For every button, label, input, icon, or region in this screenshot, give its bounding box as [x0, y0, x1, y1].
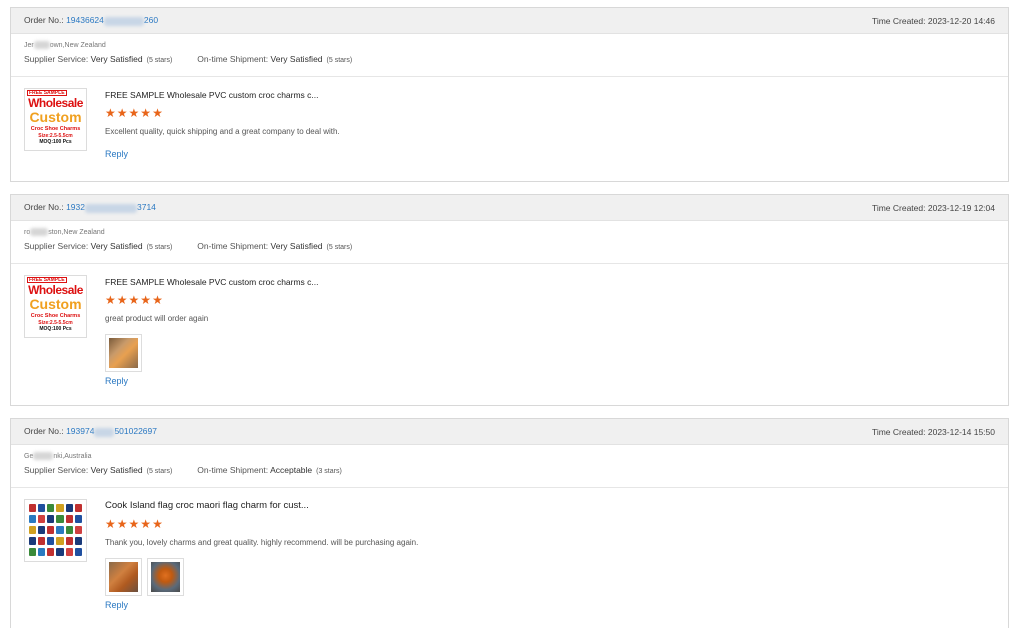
- review-comment: great product will order again: [105, 314, 209, 323]
- star-icon: ★: [140, 106, 152, 120]
- review-card: Order No.: 19436624 260 Time Created: 202…: [10, 7, 1009, 182]
- review-body: FREE SAMPLE Wholesale Custom Croc Shoe C…: [11, 77, 1008, 171]
- star-icon: ★: [105, 517, 116, 531]
- supplier-service-rating: Supplier Service: Very Satisfied (5 stars…: [24, 54, 173, 64]
- service-ratings: Supplier Service: Very Satisfied (5 stars…: [24, 465, 995, 475]
- review-comment: Thank you, lovely charms and great quali…: [105, 538, 419, 547]
- star-icon: ★: [152, 517, 163, 531]
- supplier-service-rating: Supplier Service: Very Satisfied (5 stars…: [24, 241, 173, 251]
- shipment-rating: On-time Shipment: Very Satisfied (5 stars…: [197, 241, 353, 251]
- order-number-link[interactable]: 193974 501022697: [66, 426, 157, 437]
- review-header: Order No.: 193974 501022697 Time Created:…: [11, 419, 1008, 445]
- order-number-link[interactable]: 1932 3714: [66, 202, 156, 213]
- star-rating: ★ ★ ★ ★ ★: [105, 107, 995, 124]
- review-photo[interactable]: [105, 334, 142, 372]
- review-header: Order No.: 19436624 260 Time Created: 202…: [11, 8, 1008, 34]
- star-icon: ★: [140, 517, 152, 531]
- review-card: Order No.: 193974 501022697 Time Created:…: [10, 418, 1009, 628]
- order-number: Order No.: 1932 3714: [24, 202, 156, 213]
- time-created: Time Created: 2023-12-14 15:50: [871, 426, 995, 437]
- supplier-service-rating: Supplier Service: Very Satisfied (5 stars…: [24, 465, 173, 475]
- buyer-location: ro ston,New Zealand: [24, 228, 105, 237]
- star-icon: ★: [116, 293, 128, 307]
- order-number-link[interactable]: 19436624 260: [66, 15, 158, 26]
- review-card: Order No.: 1932 3714 Time Created: 2023-1…: [10, 194, 1009, 406]
- star-icon: ★: [116, 517, 128, 531]
- product-title[interactable]: Cook Island flag croc maori flag charm f…: [105, 500, 995, 514]
- star-icon: ★: [140, 293, 152, 307]
- star-rating: ★ ★ ★ ★ ★: [105, 518, 995, 535]
- star-icon: ★: [105, 293, 116, 307]
- order-number: Order No.: 193974 501022697: [24, 426, 157, 437]
- service-ratings: Supplier Service: Very Satisfied (5 stars…: [24, 54, 995, 64]
- reply-link[interactable]: Reply: [105, 376, 128, 386]
- product-thumbnail[interactable]: FREE SAMPLE Wholesale Custom Croc Shoe C…: [24, 275, 87, 338]
- review-photos: [105, 334, 995, 372]
- service-ratings: Supplier Service: Very Satisfied (5 stars…: [24, 241, 995, 251]
- review-photo[interactable]: [147, 558, 184, 596]
- star-icon: ★: [152, 293, 163, 307]
- time-created: Time Created: 2023-12-20 14:46: [871, 15, 995, 26]
- star-icon: ★: [128, 106, 140, 120]
- product-title[interactable]: FREE SAMPLE Wholesale PVC custom croc ch…: [105, 89, 995, 103]
- star-icon: ★: [128, 293, 140, 307]
- star-rating: ★ ★ ★ ★ ★: [105, 294, 995, 311]
- reply-link[interactable]: Reply: [105, 600, 128, 610]
- order-number: Order No.: 19436624 260: [24, 15, 159, 26]
- buyer-location: Jer own,New Zealand: [24, 41, 106, 50]
- buyer-location: Ge nki,Australia: [24, 452, 92, 461]
- review-comment: Excellent quality, quick shipping and a …: [105, 127, 340, 136]
- review-info: ro ston,New Zealand Supplier Service: Ver…: [11, 221, 1008, 264]
- shipment-rating: On-time Shipment: Acceptable (3 stars): [197, 465, 342, 475]
- reply-link[interactable]: Reply: [105, 149, 128, 159]
- shipment-rating: On-time Shipment: Very Satisfied (5 stars…: [197, 54, 353, 64]
- star-icon: ★: [105, 106, 116, 120]
- review-body: FREE SAMPLE Wholesale Custom Croc Shoe C…: [11, 264, 1008, 398]
- star-icon: ★: [152, 106, 163, 120]
- review-info: Ge nki,Australia Supplier Service: Very S…: [11, 445, 1008, 488]
- review-body: Cook Island flag croc maori flag charm f…: [11, 488, 1008, 622]
- product-title[interactable]: FREE SAMPLE Wholesale PVC custom croc ch…: [105, 276, 995, 290]
- review-info: Jer own,New Zealand Supplier Service: Ver…: [11, 34, 1008, 77]
- star-icon: ★: [128, 517, 140, 531]
- review-photo[interactable]: [105, 558, 142, 596]
- star-icon: ★: [116, 106, 128, 120]
- time-created: Time Created: 2023-12-19 12:04: [871, 202, 995, 213]
- product-thumbnail[interactable]: [24, 499, 87, 562]
- review-photos: [105, 558, 995, 596]
- review-header: Order No.: 1932 3714 Time Created: 2023-1…: [11, 195, 1008, 221]
- product-thumbnail[interactable]: FREE SAMPLE Wholesale Custom Croc Shoe C…: [24, 88, 87, 151]
